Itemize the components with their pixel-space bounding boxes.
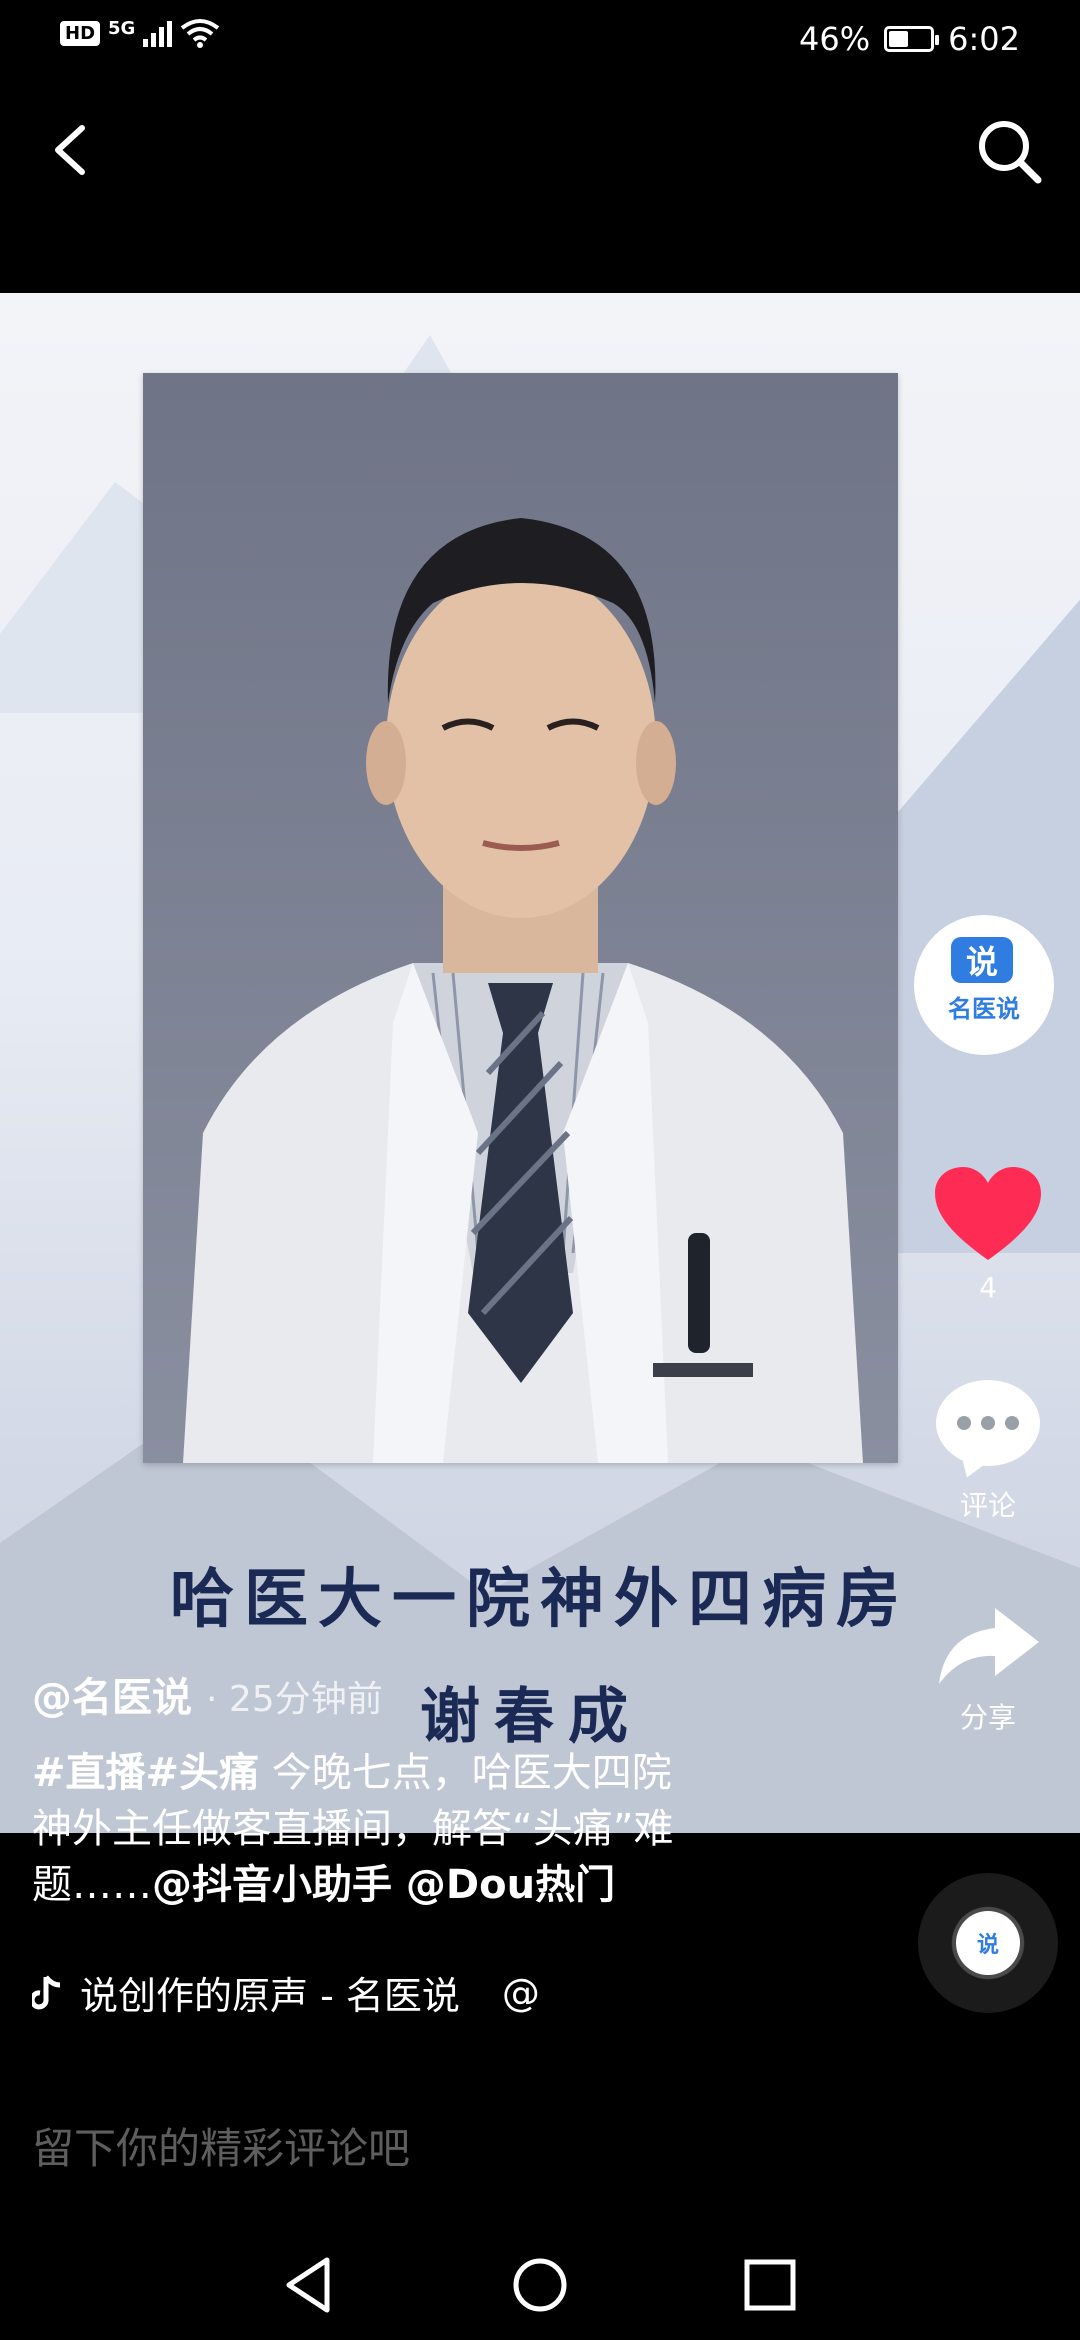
description-line2: 神外主任做客直播间，解答“头痛”难 xyxy=(32,1806,674,1852)
share-arrow-icon xyxy=(939,1608,1039,1684)
avatar-name: 名医说 xyxy=(948,995,1020,1023)
nav-home-icon[interactable] xyxy=(505,2250,575,2320)
music-info[interactable]: 说创作的原声 - 名医说 @ xyxy=(32,1965,540,2020)
battery-icon xyxy=(884,26,940,52)
mention-links[interactable]: @抖音小助手 @Dou热门 xyxy=(152,1862,615,1908)
comment-button[interactable]: 评论 xyxy=(918,1380,1058,1524)
author-name[interactable]: @名医说 xyxy=(32,1665,192,1723)
search-button[interactable] xyxy=(970,110,1050,190)
post-meta: @名医说 · 25分钟前 xyxy=(32,1665,383,1723)
music-note-icon xyxy=(32,1974,61,2009)
hashtag-link[interactable]: #直播#头痛 xyxy=(32,1750,259,1796)
chevron-left-icon xyxy=(55,125,85,175)
hd-badge: HD xyxy=(60,20,101,46)
search-icon xyxy=(979,121,1042,184)
wifi-icon xyxy=(181,19,220,48)
music-tail: @ xyxy=(501,1970,540,2015)
battery-fill xyxy=(889,31,908,47)
nav-recents-icon[interactable] xyxy=(735,2250,805,2320)
back-button[interactable] xyxy=(40,110,100,190)
description-line1: 今晚七点，哈医大四院 xyxy=(259,1750,672,1796)
heart-icon xyxy=(935,1167,1041,1260)
system-nav-bar xyxy=(0,2230,1080,2340)
doctor-portrait xyxy=(143,373,898,1463)
comment-input[interactable]: 留下你的精彩评论吧 xyxy=(32,2115,410,2176)
music-title: 说创作的原声 - 名医说 xyxy=(80,1974,460,2018)
signal-icon xyxy=(143,19,173,47)
network-type: 5G xyxy=(108,18,136,39)
share-button[interactable]: 分享 xyxy=(918,1600,1058,1736)
nav-back-icon[interactable] xyxy=(275,2250,345,2320)
like-count: 4 xyxy=(979,1271,997,1304)
post-time: · 25分钟前 xyxy=(206,1679,383,1720)
clock: 6:02 xyxy=(948,20,1020,58)
description-line3: 题…… xyxy=(32,1862,152,1908)
like-button[interactable]: 4 xyxy=(918,1165,1058,1304)
doctor-portrait-figure xyxy=(183,518,863,1463)
status-left: HD 5G xyxy=(60,18,220,48)
video-caption-line2: 谢春成 xyxy=(420,1682,642,1752)
avatar-logo: 说 xyxy=(951,937,1013,983)
battery-percent: 46% xyxy=(799,20,871,58)
share-label: 分享 xyxy=(959,1701,1016,1734)
comment-label: 评论 xyxy=(959,1489,1016,1522)
author-avatar[interactable]: 说 名医说 xyxy=(914,915,1054,1055)
post-description: #直播#头痛 今晚七点，哈医大四院 神外主任做客直播间，解答“头痛”难 题……@… xyxy=(32,1745,772,1913)
status-right: 46% 6:02 xyxy=(799,20,1020,58)
status-bar: HD 5G 46% 6:02 xyxy=(0,0,1080,80)
music-disc-cover: 说 xyxy=(956,1911,1020,1975)
music-disc[interactable]: 说 xyxy=(918,1873,1058,2013)
comment-icon xyxy=(936,1380,1040,1466)
